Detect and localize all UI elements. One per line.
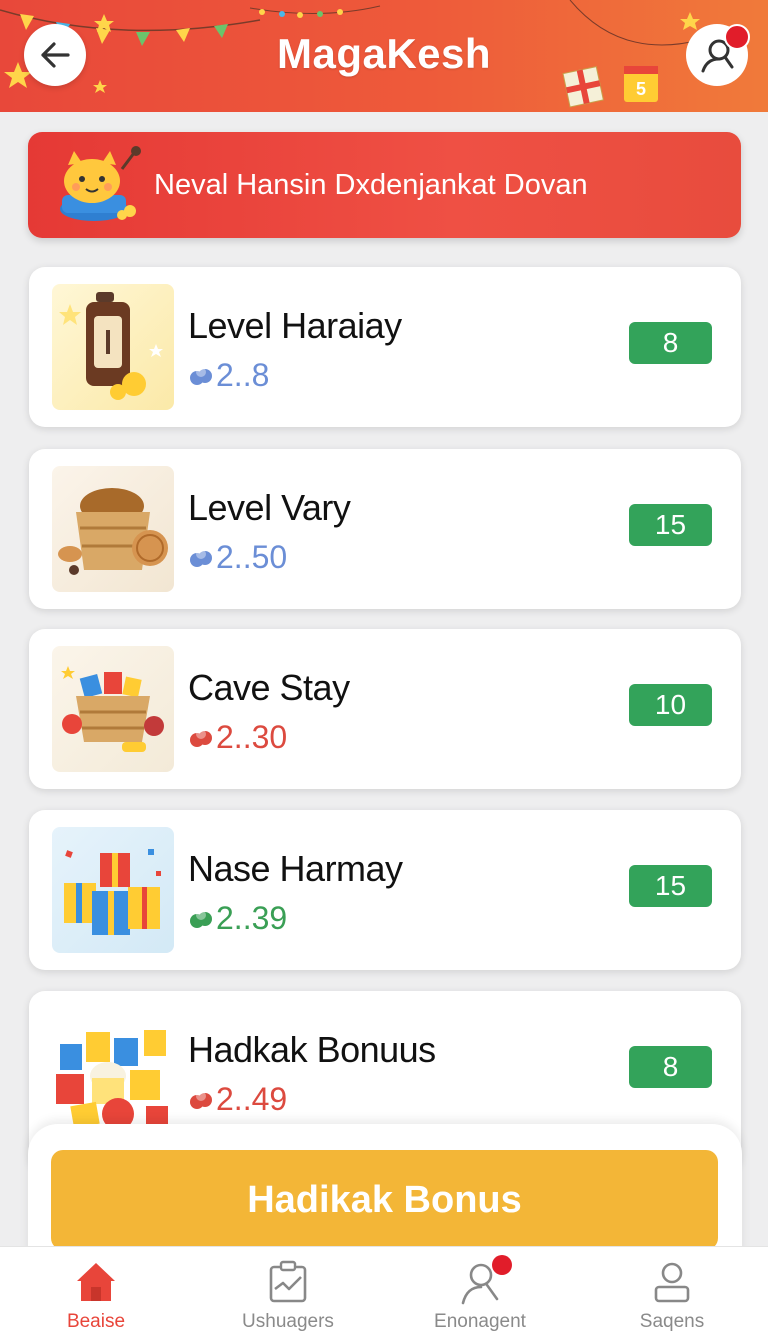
- count-badge: 8: [629, 1046, 712, 1088]
- card-price: 2..50: [188, 539, 287, 576]
- nav-label: Beaise: [66, 1311, 126, 1332]
- toy-basket-thumbnail: [52, 646, 174, 772]
- nav-label: Ushuagers: [242, 1311, 334, 1332]
- card-title: Cave Stay: [188, 667, 350, 708]
- card-price: 2..8: [188, 357, 269, 394]
- count-badge: 10: [629, 684, 712, 726]
- card-price: 2..30: [188, 719, 287, 756]
- gift-number: 5: [636, 79, 646, 99]
- card-price: 2..39: [188, 900, 287, 937]
- nav-label: Saqens: [639, 1311, 705, 1332]
- bonus-button[interactable]: Hadikak Bonus: [51, 1150, 718, 1250]
- reward-card[interactable]: Cave Stay 2..30 10: [29, 629, 741, 789]
- notification-dot: [492, 1255, 512, 1275]
- card-title: Hadkak Bonuus: [188, 1029, 436, 1070]
- banner-text: Neval Hansin Dxdenjankat Dovan: [154, 168, 588, 201]
- bottom-navigation: Beaise Ushuagers Enonagent Saqens: [0, 1246, 768, 1344]
- reward-card[interactable]: Level Haraiay 2..8 8: [29, 267, 741, 427]
- tasks-icon: [269, 1260, 307, 1303]
- card-title: Level Vary: [188, 487, 351, 528]
- home-icon: [77, 1263, 115, 1301]
- card-price: 2..49: [188, 1081, 287, 1118]
- notification-dot: [724, 24, 750, 50]
- nav-item-account[interactable]: Saqens: [576, 1247, 768, 1344]
- card-price-value: 2..39: [216, 900, 288, 936]
- mascot-icon: [60, 146, 141, 221]
- promo-banner[interactable]: Neval Hansin Dxdenjankat Dovan: [28, 132, 741, 238]
- nav-label: Enonagent: [434, 1311, 526, 1332]
- card-price-value: 2..50: [216, 539, 288, 575]
- count-badge: 8: [629, 322, 712, 364]
- reward-card[interactable]: Level Vary 2..50 15: [29, 449, 741, 609]
- card-price-value: 2..49: [216, 1081, 288, 1117]
- card-price-value: 2..30: [216, 719, 288, 755]
- basket-thumbnail: [52, 466, 174, 592]
- coin-icon: [190, 1090, 212, 1109]
- coin-icon: [190, 366, 212, 385]
- card-price-value: 2..8: [216, 357, 270, 393]
- account-icon: [654, 1262, 690, 1303]
- page-title: MagaKesh: [276, 30, 492, 77]
- gifts-thumbnail: [52, 827, 174, 953]
- card-title: Level Haraiay: [188, 305, 402, 346]
- coin-icon: [190, 909, 212, 928]
- count-badge: 15: [629, 865, 712, 907]
- cupcakes-thumbnail: [52, 1008, 174, 1134]
- app-header: 5 MagaKesh: [0, 0, 768, 112]
- coin-icon: [190, 728, 212, 747]
- lantern-thumbnail: [52, 284, 174, 410]
- nav-item-home[interactable]: Beaise: [0, 1247, 192, 1344]
- card-title: Nase Harmay: [188, 848, 403, 889]
- reward-card[interactable]: Nase Harmay 2..39 15: [29, 810, 741, 970]
- coin-icon: [190, 548, 212, 567]
- nav-item-agent[interactable]: Enonagent: [384, 1247, 576, 1344]
- nav-item-tasks[interactable]: Ushuagers: [192, 1247, 384, 1344]
- count-badge: 15: [629, 504, 712, 546]
